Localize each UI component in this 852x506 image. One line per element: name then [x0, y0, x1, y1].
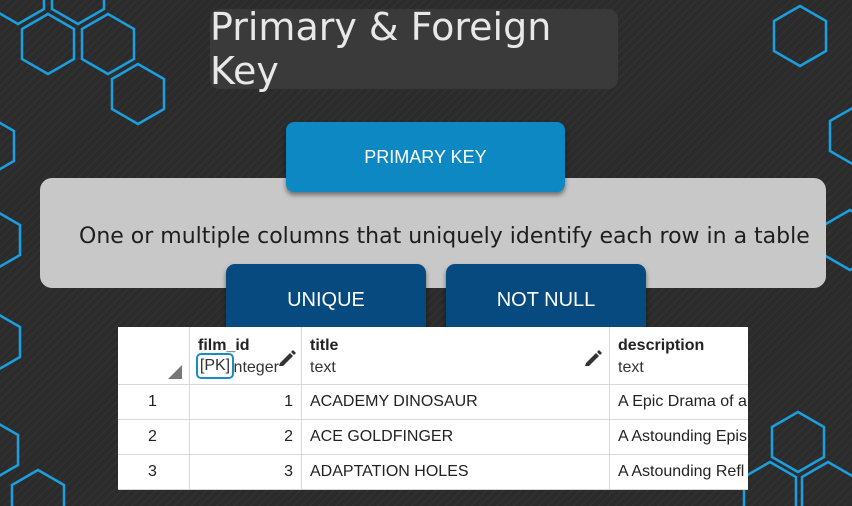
hexagon-shape: [110, 62, 166, 126]
film-id-value: 3: [284, 463, 293, 480]
table-cell[interactable]: ADAPTATION HOLES: [302, 455, 610, 490]
film-id-value: 2: [284, 428, 293, 445]
row-number-cell: 3: [118, 455, 190, 490]
pencil-icon[interactable]: [584, 349, 602, 367]
resize-corner-icon: [168, 365, 182, 379]
row-number: 1: [148, 393, 157, 410]
primary-key-badge: [PK]: [196, 353, 234, 379]
title-value: ADAPTATION HOLES: [310, 463, 469, 480]
row-number-cell: 2: [118, 420, 190, 455]
table-cell[interactable]: A Astounding Refl: [610, 455, 748, 490]
primary-key-button[interactable]: PRIMARY KEY: [286, 122, 565, 192]
hexagon-shape: [0, 121, 16, 171]
hexagon-shape: [80, 12, 136, 76]
description-value: A Epic Drama of a: [618, 393, 747, 410]
table-cell[interactable]: ACE GOLDFINGER: [302, 420, 610, 455]
row-number: 3: [148, 463, 157, 480]
grid-corner-cell: [118, 327, 190, 385]
hexagon-shape: [10, 468, 66, 506]
hexagon-shape: [742, 460, 798, 506]
column-header-title[interactable]: title text: [302, 327, 610, 385]
hexagon-shape: [0, 423, 20, 477]
definition-text: One or multiple columns that uniquely id…: [79, 224, 810, 249]
hexagon-shape: [20, 12, 76, 76]
film-id-value: 1: [284, 393, 293, 410]
slide-title-box: Primary & Foreign Key: [210, 5, 618, 93]
table-cell[interactable]: 1: [190, 385, 302, 420]
unique-constraint-pill[interactable]: UNIQUE: [226, 264, 426, 336]
column-header-film-id[interactable]: film_id integer [PK]: [190, 327, 302, 385]
column-header-description[interactable]: description text: [610, 327, 748, 385]
hexagon-shape: [828, 106, 852, 166]
row-number: 2: [148, 428, 157, 445]
column-type: integer: [230, 359, 279, 376]
hexagon-shape: [0, 212, 22, 268]
hexagon-shape: [772, 4, 828, 68]
hexagon-shape: [822, 208, 852, 272]
hexagon-shape: [0, 314, 22, 370]
row-number-cell: 1: [118, 385, 190, 420]
table-cell[interactable]: 3: [190, 455, 302, 490]
table-cell[interactable]: A Astounding Epis: [610, 420, 748, 455]
pencil-icon[interactable]: [278, 349, 296, 367]
slide-title: Primary & Foreign Key: [210, 5, 552, 93]
hexagon-shape: [770, 410, 826, 474]
table-cell[interactable]: ACADEMY DINOSAUR: [302, 385, 610, 420]
title-value: ACE GOLDFINGER: [310, 428, 454, 445]
description-value: A Astounding Epis: [618, 428, 747, 445]
column-name: description: [618, 337, 705, 354]
definition-box: One or multiple columns that uniquely id…: [40, 178, 826, 288]
description-value: A Astounding Refl: [618, 463, 745, 480]
column-type: text: [618, 359, 644, 376]
column-type: text: [310, 359, 336, 376]
not-null-constraint-pill[interactable]: NOT NULL: [446, 264, 646, 336]
table-cell[interactable]: A Epic Drama of a: [610, 385, 748, 420]
data-grid: film_id integer [PK] title text descript…: [118, 327, 748, 490]
hexagon-shape: [800, 460, 852, 506]
title-value: ACADEMY DINOSAUR: [310, 393, 478, 410]
table-cell[interactable]: 2: [190, 420, 302, 455]
column-name: title: [310, 337, 339, 354]
